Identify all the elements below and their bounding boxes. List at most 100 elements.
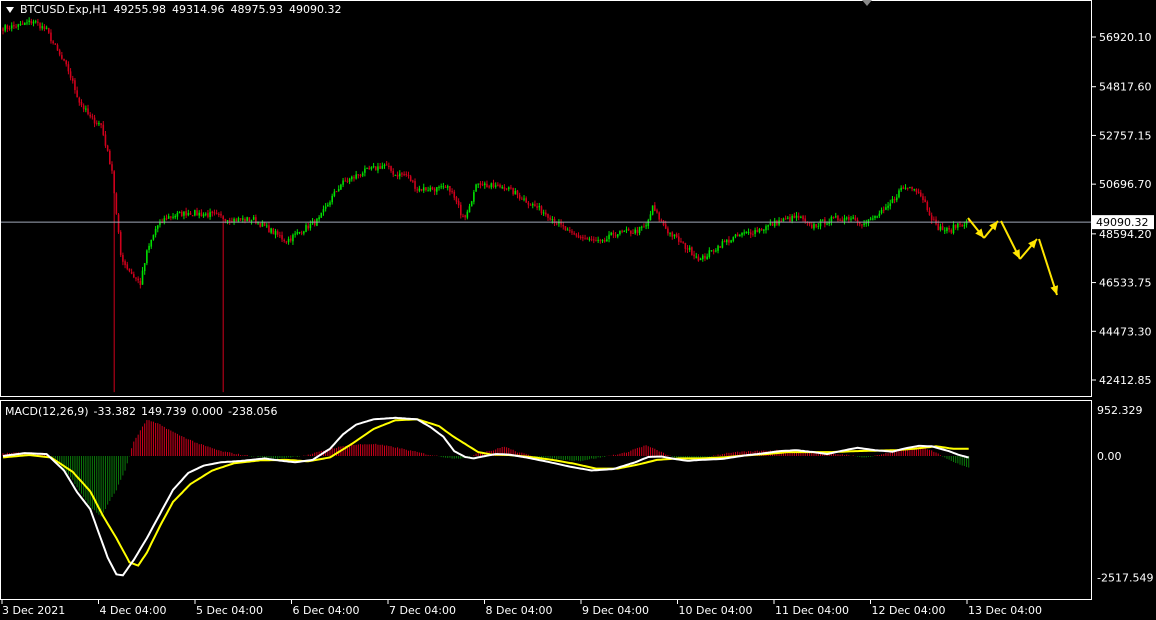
candle-body [392, 171, 395, 175]
candle-body [128, 268, 131, 272]
current-price-label: 49090.32 [1096, 216, 1149, 229]
candle-body [45, 27, 48, 29]
candle-body [649, 214, 652, 221]
candle-body [154, 228, 157, 235]
candle-body [453, 191, 456, 198]
candle-body [717, 245, 719, 251]
candle-body [808, 222, 811, 225]
candle-body [610, 232, 613, 236]
candle-body [710, 250, 713, 252]
candle-body [52, 41, 54, 44]
candle-body [743, 232, 745, 234]
candle-body [119, 232, 122, 255]
candle-body [100, 123, 102, 125]
candle-body [331, 195, 333, 203]
candle-body [684, 242, 687, 249]
open-value: 49255.98 [113, 3, 167, 16]
candle-body [741, 232, 743, 236]
candle-body [909, 187, 911, 189]
candle-body [518, 195, 521, 199]
candle-body [71, 78, 74, 81]
candle-body [889, 203, 892, 207]
candle-body [575, 234, 578, 236]
candle-body [640, 226, 643, 228]
candle-body [667, 228, 669, 234]
candle-body [425, 187, 427, 191]
close-value: 49090.32 [289, 3, 342, 16]
candle-body [357, 174, 360, 176]
candle-body [15, 26, 17, 28]
candle-body [348, 178, 351, 182]
forecast-arrows [967, 217, 1059, 296]
candle-body [28, 20, 30, 22]
candle-body [320, 212, 323, 218]
candle-body [813, 223, 815, 229]
candle-body [725, 239, 728, 243]
candle-body [438, 186, 440, 188]
candle-body [767, 225, 769, 227]
candle-body [109, 150, 111, 165]
candle-body [180, 211, 183, 217]
candle-body [636, 229, 639, 233]
candle-body [948, 227, 950, 230]
candle-body [353, 177, 355, 179]
candle-body [671, 232, 674, 237]
candle-body [497, 184, 499, 186]
candle-body [654, 205, 656, 211]
candle-body [501, 186, 504, 188]
candle-body [2, 28, 4, 32]
time-tick-label: 12 Dec 04:00 [872, 604, 946, 617]
candle-body [571, 231, 573, 233]
candle-body [372, 166, 375, 168]
candle-body [752, 233, 754, 235]
candle-body [625, 229, 628, 231]
candle-body [915, 189, 918, 192]
candle-body [872, 218, 874, 220]
candle-body [407, 175, 410, 177]
candle-body [61, 55, 63, 59]
candle-body [340, 184, 342, 190]
candle-body [597, 239, 599, 241]
forecast-arrow-head [1050, 285, 1059, 295]
candle-body [523, 198, 525, 200]
candle-body [183, 211, 185, 216]
chart-menu-icon[interactable] [6, 7, 14, 13]
time-tick-label: 8 Dec 04:00 [486, 604, 553, 617]
candle-body [880, 210, 883, 214]
candle-body [957, 223, 959, 228]
candle-body [82, 105, 85, 110]
candle-body [228, 219, 231, 222]
candle-body [664, 224, 667, 229]
candle-body [791, 216, 793, 222]
candle-body [58, 50, 61, 55]
candle-body [810, 224, 813, 228]
candle-body [512, 188, 514, 195]
candle-body [739, 235, 741, 237]
candle-body [651, 205, 654, 215]
chart-shift-marker[interactable] [862, 0, 872, 6]
candle-body [529, 204, 532, 206]
candle-body [943, 230, 946, 232]
candle-body [226, 220, 229, 222]
candle-body [359, 174, 362, 176]
candle-body [950, 230, 953, 233]
candle-body [250, 220, 253, 222]
candle-body [115, 193, 118, 214]
candle-body [481, 184, 484, 186]
high-value: 49314.96 [172, 3, 225, 16]
candle-body [156, 225, 159, 229]
candle-body [466, 211, 469, 218]
candle-body [525, 198, 527, 203]
candle-body [595, 240, 597, 242]
candle-body [930, 215, 933, 221]
candle-body [704, 255, 706, 259]
candle-body [56, 44, 59, 51]
candle-body [699, 258, 702, 261]
macd-tick-label: 952.329 [1097, 404, 1143, 417]
time-tick-label: 5 Dec 04:00 [196, 604, 263, 617]
candle-body [911, 186, 913, 190]
candle-body [213, 212, 216, 214]
candle-body [538, 206, 541, 208]
candle-body [555, 223, 558, 225]
candle-body [305, 225, 307, 232]
